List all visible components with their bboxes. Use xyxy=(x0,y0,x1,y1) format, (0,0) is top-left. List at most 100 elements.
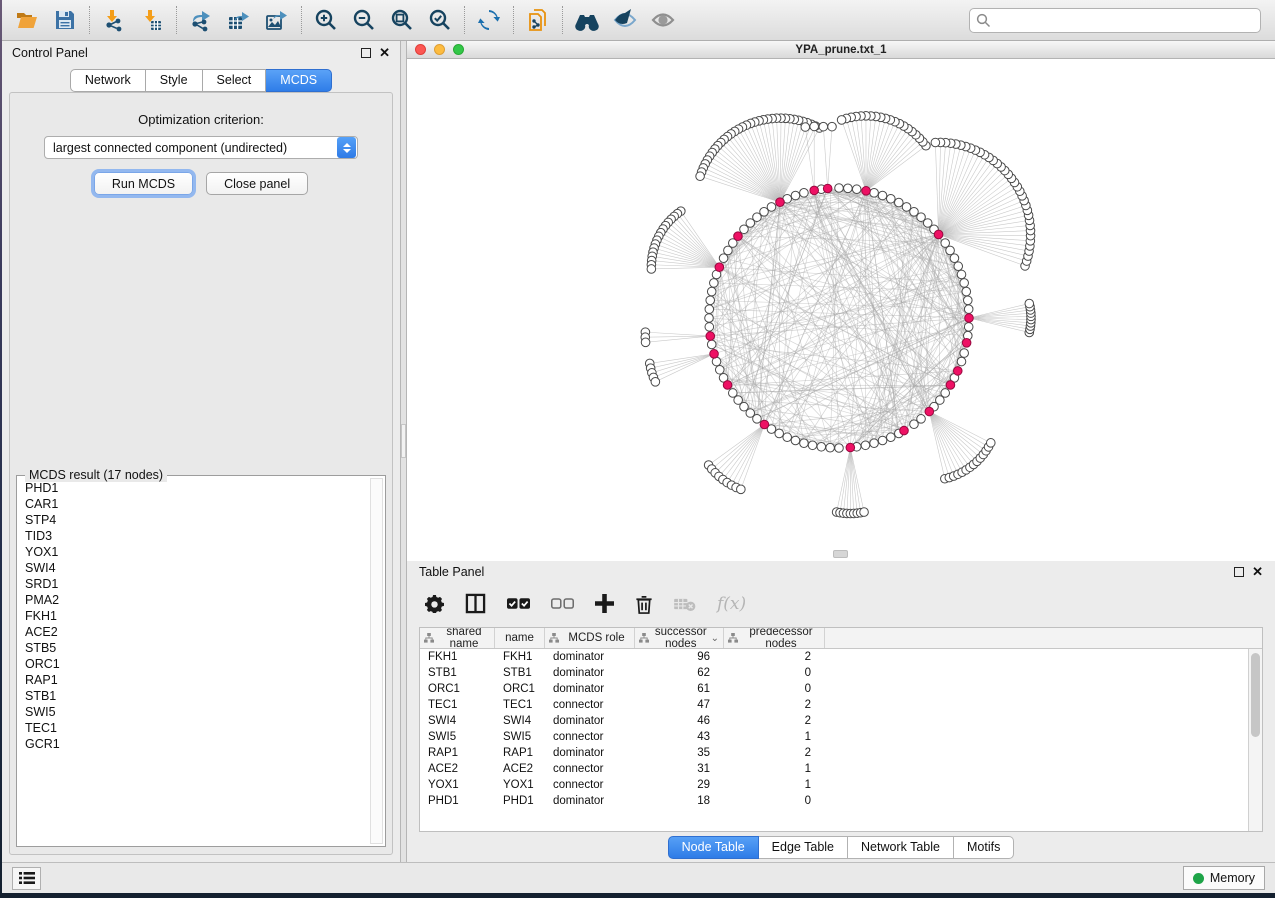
mcds-hub-node[interactable] xyxy=(776,198,785,207)
close-panel-button[interactable]: Close panel xyxy=(206,172,308,195)
ring-node[interactable] xyxy=(886,194,895,203)
select-all-checkboxes-icon[interactable] xyxy=(507,596,530,611)
mcds-result-item[interactable]: ORC1 xyxy=(19,656,368,672)
export-network-icon[interactable] xyxy=(182,3,220,37)
mcds-hub-node[interactable] xyxy=(706,332,715,341)
tab-edge-table[interactable]: Edge Table xyxy=(759,836,848,859)
ring-node[interactable] xyxy=(861,441,870,450)
leaf-node[interactable] xyxy=(1025,299,1034,308)
table-row[interactable]: ACE2ACE2connector311 xyxy=(420,761,1262,777)
clone-network-icon[interactable] xyxy=(519,3,557,37)
mcds-result-item[interactable]: GCR1 xyxy=(19,736,368,752)
tab-select[interactable]: Select xyxy=(203,69,267,92)
table-row[interactable]: ORC1ORC1dominator610 xyxy=(420,681,1262,697)
mcds-result-item[interactable]: STB1 xyxy=(19,688,368,704)
leaf-node[interactable] xyxy=(801,123,810,132)
mcds-hub-node[interactable] xyxy=(760,420,769,429)
search-input[interactable] xyxy=(996,13,1254,27)
mcds-result-list[interactable]: PHD1CAR1STP4TID3YOX1SWI4SRD1PMA2FKH1ACE2… xyxy=(19,480,368,842)
ring-node[interactable] xyxy=(964,305,973,314)
zoom-out-icon[interactable] xyxy=(345,3,383,37)
task-history-button[interactable] xyxy=(12,867,41,890)
optimization-criterion-dropdown[interactable]: largest connected component (undirected) xyxy=(44,136,358,159)
close-window-icon[interactable] xyxy=(415,44,426,55)
delete-column-icon[interactable] xyxy=(635,594,653,614)
close-table-panel-icon[interactable]: ✕ xyxy=(1252,567,1263,577)
leaf-node[interactable] xyxy=(860,508,869,517)
ring-node[interactable] xyxy=(941,389,950,398)
hide-graphics-details-icon[interactable] xyxy=(606,3,644,37)
canvas-splitter-handle[interactable] xyxy=(833,550,848,558)
mcds-result-item[interactable]: FKH1 xyxy=(19,608,368,624)
mcds-hub-node[interactable] xyxy=(962,339,971,348)
network-window-titlebar[interactable]: YPA_prune.txt_1 xyxy=(407,41,1275,59)
table-row[interactable]: FKH1FKH1dominator962 xyxy=(420,649,1262,665)
network-canvas[interactable] xyxy=(407,59,1275,561)
mcds-hub-node[interactable] xyxy=(823,184,832,193)
tab-motifs[interactable]: Motifs xyxy=(954,836,1014,859)
ring-node[interactable] xyxy=(775,429,784,438)
ring-node[interactable] xyxy=(886,433,895,442)
mcds-hub-node[interactable] xyxy=(900,426,909,435)
leaf-node[interactable] xyxy=(810,122,819,131)
column-header-predecessor-nodes[interactable]: predecessor nodes xyxy=(724,628,825,648)
tab-mcds[interactable]: MCDS xyxy=(266,69,332,92)
leaf-node[interactable] xyxy=(819,122,828,131)
ring-node[interactable] xyxy=(835,444,844,453)
ring-node[interactable] xyxy=(957,357,966,366)
table-row[interactable]: RAP1RAP1dominator352 xyxy=(420,745,1262,761)
mcds-hub-node[interactable] xyxy=(925,407,934,416)
search-binoculars-icon[interactable] xyxy=(568,3,606,37)
mcds-result-item[interactable]: STB5 xyxy=(19,640,368,656)
import-table-icon[interactable] xyxy=(133,3,171,37)
ring-node[interactable] xyxy=(707,340,716,349)
table-row[interactable]: SWI4SWI4dominator462 xyxy=(420,713,1262,729)
leaf-node[interactable] xyxy=(641,338,650,347)
network-graph[interactable] xyxy=(407,59,1275,556)
table-row[interactable]: YOX1YOX1connector291 xyxy=(420,777,1262,793)
mcds-hub-node[interactable] xyxy=(715,263,724,272)
mcds-result-item[interactable]: YOX1 xyxy=(19,544,368,560)
tab-style[interactable]: Style xyxy=(146,69,203,92)
table-row[interactable]: STB1STB1dominator620 xyxy=(420,665,1262,681)
leaf-node[interactable] xyxy=(737,485,746,494)
function-builder-icon[interactable]: f(x) xyxy=(717,594,746,614)
mcds-result-item[interactable]: STP4 xyxy=(19,512,368,528)
leaf-node[interactable] xyxy=(651,378,660,387)
import-network-icon[interactable] xyxy=(95,3,133,37)
ring-node[interactable] xyxy=(895,198,904,207)
table-row[interactable]: PHD1PHD1dominator180 xyxy=(420,793,1262,809)
mcds-result-item[interactable]: PMA2 xyxy=(19,592,368,608)
ring-node[interactable] xyxy=(817,442,826,451)
leaf-node[interactable] xyxy=(696,172,705,181)
mcds-result-item[interactable]: TEC1 xyxy=(19,720,368,736)
column-header-MCDS-role[interactable]: MCDS role xyxy=(545,628,635,648)
table-scrollbar-thumb[interactable] xyxy=(1251,653,1260,737)
ring-node[interactable] xyxy=(917,415,926,424)
maximize-window-icon[interactable] xyxy=(453,44,464,55)
ring-node[interactable] xyxy=(800,189,809,198)
save-session-icon[interactable] xyxy=(46,3,84,37)
run-mcds-button[interactable]: Run MCDS xyxy=(94,172,193,195)
ring-node[interactable] xyxy=(963,296,972,305)
ring-node[interactable] xyxy=(740,225,749,234)
ring-node[interactable] xyxy=(954,262,963,271)
close-panel-icon[interactable]: ✕ xyxy=(379,48,390,58)
ring-node[interactable] xyxy=(705,314,714,323)
ring-node[interactable] xyxy=(962,287,971,296)
mcds-result-item[interactable]: RAP1 xyxy=(19,672,368,688)
column-header-shared-name[interactable]: shared name xyxy=(420,628,495,648)
mcds-result-item[interactable]: CAR1 xyxy=(19,496,368,512)
ring-node[interactable] xyxy=(950,254,959,263)
mcds-result-item[interactable]: SWI5 xyxy=(19,704,368,720)
mcds-hub-node[interactable] xyxy=(953,367,962,376)
float-panel-icon[interactable] xyxy=(361,48,371,58)
mcds-result-item[interactable]: PHD1 xyxy=(19,480,368,496)
ring-node[interactable] xyxy=(964,323,973,332)
export-table-icon[interactable] xyxy=(220,3,258,37)
ring-node[interactable] xyxy=(791,436,800,445)
mcds-hub-node[interactable] xyxy=(934,230,943,239)
ring-node[interactable] xyxy=(878,436,887,445)
ring-node[interactable] xyxy=(808,441,817,450)
table-scrollbar[interactable] xyxy=(1248,649,1262,831)
